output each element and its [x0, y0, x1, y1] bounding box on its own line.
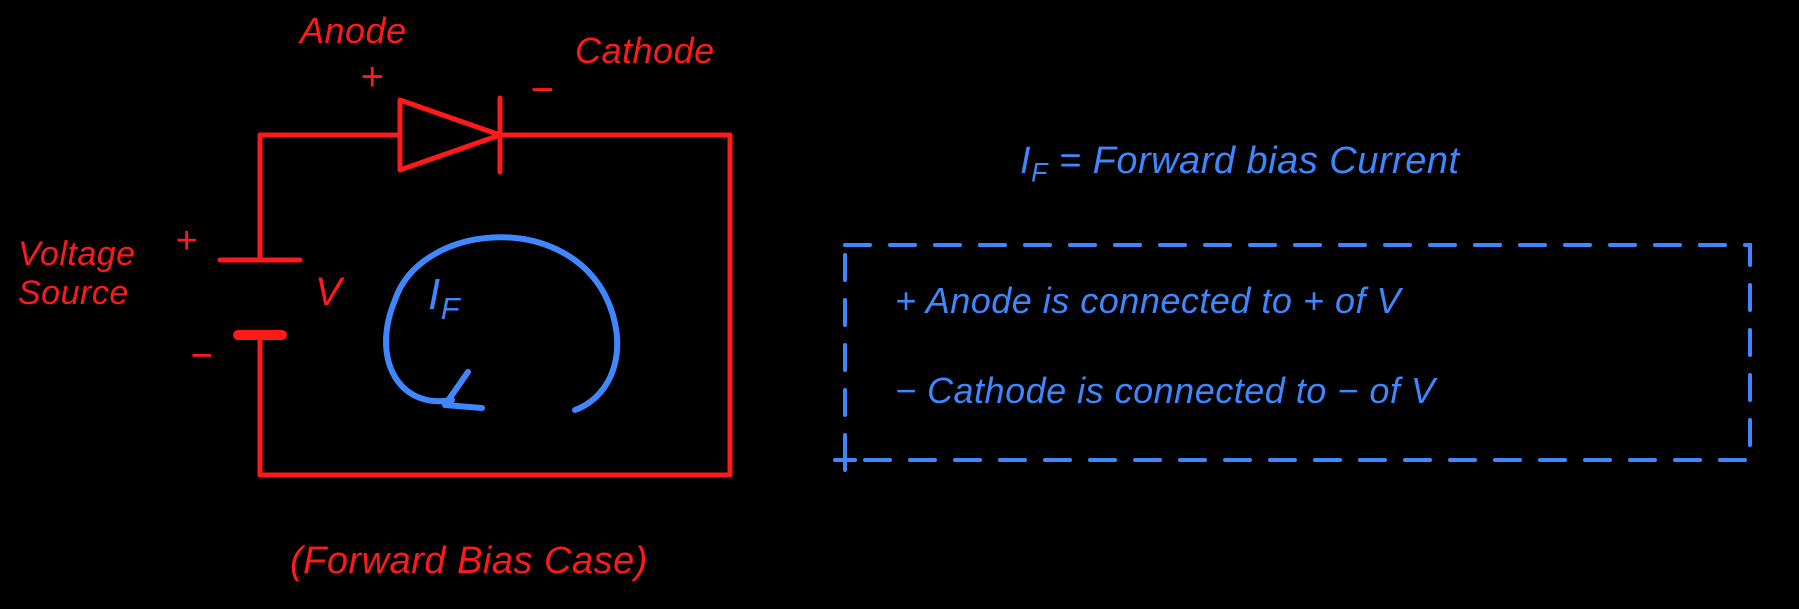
cathode-label: Cathode — [575, 30, 715, 72]
definition-symbol-main: I — [1020, 140, 1031, 182]
cathode-sign: − — [530, 68, 554, 113]
anode-label: Anode — [300, 10, 407, 52]
current-symbol-main: I — [428, 270, 441, 319]
note-line-1: + Anode is connected to + of V — [895, 280, 1401, 322]
voltage-symbol: V — [315, 270, 342, 315]
definition-symbol-sub: F — [1031, 158, 1048, 188]
definition-line: IF = Forward bias Current — [1020, 140, 1460, 189]
forward-bias-title: (Forward Bias Case) — [290, 540, 648, 583]
notes-box-corner-mark — [835, 450, 855, 470]
voltage-source-label: VoltageSource — [18, 235, 136, 313]
notes-box — [845, 245, 1750, 460]
current-symbol: IF — [428, 270, 460, 327]
diode-triangle — [400, 100, 500, 170]
voltage-minus-sign: − — [190, 335, 213, 378]
diagram-stage: VoltageSource + − V Anode + Cathode − (F… — [0, 0, 1799, 609]
voltage-plus-sign: + — [175, 220, 198, 263]
anode-sign: + — [360, 55, 384, 100]
current-symbol-sub: F — [441, 291, 460, 326]
note-line-2: − Cathode is connected to − of V — [895, 370, 1435, 412]
current-loop-arrow — [386, 237, 617, 410]
current-loop-arrowhead — [445, 372, 482, 408]
definition-text: = Forward bias Current — [1048, 140, 1460, 182]
